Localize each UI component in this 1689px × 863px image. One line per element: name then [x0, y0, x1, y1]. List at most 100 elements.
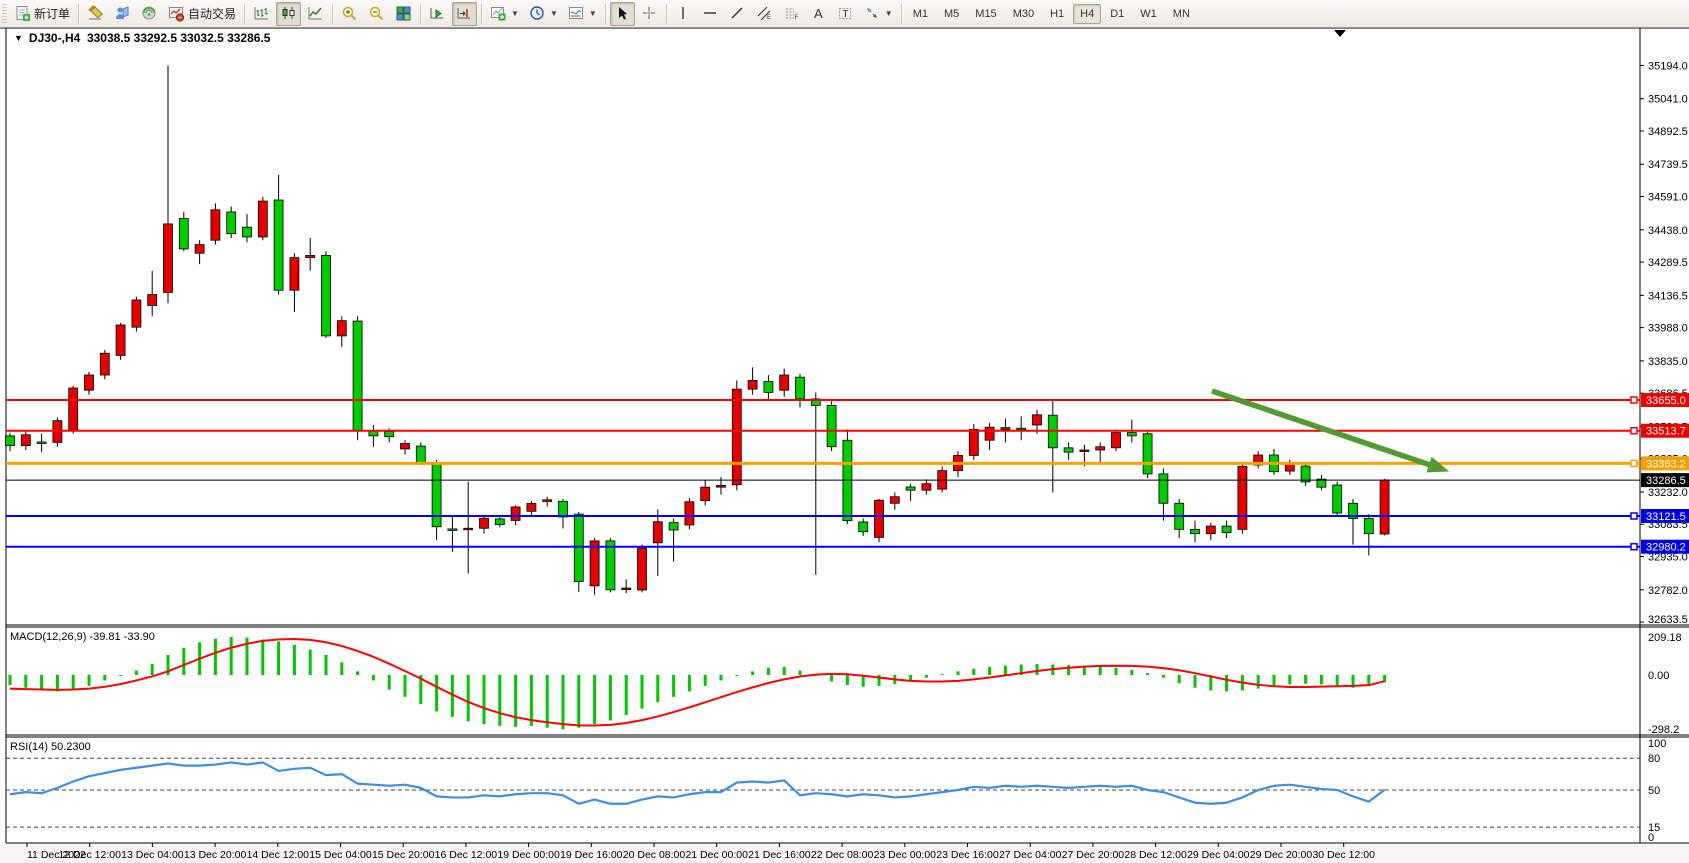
candle — [353, 321, 362, 431]
price-axis-label: 34892.5 — [1648, 126, 1688, 138]
candle — [685, 502, 694, 525]
templates-icon — [568, 5, 585, 22]
candle — [985, 427, 994, 440]
vertical-line-button[interactable] — [671, 2, 696, 26]
candle — [290, 258, 299, 291]
trendline-button[interactable] — [725, 2, 750, 26]
resistance-line-2-handle[interactable] — [1631, 428, 1637, 434]
autotrading-button[interactable]: 自动交易 — [164, 2, 240, 26]
new-order-button[interactable]: 新订单 — [10, 2, 74, 26]
tester-button[interactable] — [110, 2, 135, 26]
cursor-button[interactable] — [610, 2, 635, 26]
text-label-button[interactable]: T — [833, 2, 858, 26]
macd-indicator-label: MACD(12,26,9) -39.81 -33.90 — [10, 631, 155, 643]
price-tag-label: 33655.0 — [1646, 395, 1686, 407]
editor-button[interactable] — [83, 2, 108, 26]
candle — [227, 212, 236, 234]
bar-chart-button[interactable] — [249, 2, 274, 26]
candle — [922, 484, 931, 491]
zoom-in-button[interactable] — [337, 2, 362, 26]
periods-icon — [529, 5, 546, 22]
crosshair-button[interactable] — [637, 2, 662, 26]
templates-button[interactable]: ▼ — [564, 2, 601, 26]
candle — [574, 514, 583, 581]
support-line-1-handle[interactable] — [1631, 513, 1637, 519]
horizontal-line-button[interactable] — [698, 2, 723, 26]
timeframe-tf-h1-button[interactable]: H1 — [1043, 4, 1071, 24]
candle — [306, 255, 315, 257]
fibonacci-icon: F — [783, 5, 800, 22]
candle — [1017, 428, 1026, 430]
candle — [1206, 526, 1215, 534]
candle — [701, 487, 710, 500]
candle — [622, 588, 631, 590]
candle — [890, 497, 899, 504]
timeframe-tf-h4-button[interactable]: H4 — [1073, 4, 1101, 24]
chart-canvas: 35194.035041.034892.534739.534591.034438… — [0, 0, 1689, 863]
resistance-line-1-handle[interactable] — [1631, 397, 1637, 403]
line-chart-button[interactable] — [303, 2, 328, 26]
svg-text:F: F — [794, 15, 798, 21]
candle — [1096, 447, 1105, 450]
text-button[interactable]: A — [806, 2, 831, 26]
toolbar-separator — [666, 4, 667, 24]
candlestick-button[interactable] — [276, 2, 301, 26]
candle — [1143, 434, 1152, 474]
timeframe-tf-m5-button[interactable]: M5 — [937, 4, 966, 24]
new-order-icon — [14, 5, 31, 22]
data-window-arrow-icon[interactable]: ▼ — [14, 33, 23, 43]
candle — [37, 442, 46, 444]
signals-button[interactable] — [137, 2, 162, 26]
svg-text:T: T — [842, 9, 848, 20]
timeframe-tf-m30-button[interactable]: M30 — [1006, 4, 1041, 24]
fibonacci-button[interactable]: F — [779, 2, 804, 26]
date-axis-label: 12 Dec 12:00 — [58, 849, 121, 861]
horizontal-line-icon — [702, 5, 719, 22]
candle — [100, 353, 109, 375]
price-tag-label: 33513.7 — [1646, 426, 1686, 438]
text-label-icon: T — [837, 5, 854, 22]
tile-windows-button[interactable] — [391, 2, 416, 26]
timeframe-tf-m15-button[interactable]: M15 — [968, 4, 1003, 24]
date-axis-label: 27 Dec 20:00 — [1062, 849, 1125, 861]
candle — [906, 487, 915, 490]
toolbar-grip — [2, 4, 7, 24]
candle — [132, 300, 141, 327]
chart-shift-button[interactable] — [452, 2, 477, 26]
dropdown-arrow-icon: ▼ — [550, 9, 558, 18]
auto-scroll-button[interactable] — [425, 2, 450, 26]
pivot-line-handle[interactable] — [1631, 460, 1637, 466]
candle — [448, 529, 457, 531]
candle — [511, 507, 520, 520]
arrows-button[interactable]: ▼ — [860, 2, 897, 26]
date-axis-label: 15 Dec 04:00 — [309, 849, 372, 861]
tile-windows-icon — [395, 5, 412, 22]
line-chart-icon — [307, 5, 324, 22]
support-line-2-handle[interactable] — [1631, 544, 1637, 550]
zoom-out-button[interactable] — [364, 2, 389, 26]
timeframe-tf-mn-button[interactable]: MN — [1166, 4, 1197, 24]
date-axis-label: 23 Dec 00:00 — [874, 849, 937, 861]
timeframe-tf-d1-button[interactable]: D1 — [1103, 4, 1131, 24]
date-axis-label: 13 Dec 04:00 — [121, 849, 184, 861]
candle — [85, 375, 94, 390]
candle — [274, 200, 283, 290]
candle — [1301, 466, 1310, 482]
timeframe-tf-m1-button[interactable]: M1 — [906, 4, 935, 24]
candle — [464, 528, 473, 530]
indicators-button[interactable]: ▼ — [486, 2, 523, 26]
candle — [401, 443, 410, 448]
date-axis-label: 13 Dec 20:00 — [184, 849, 247, 861]
price-axis-label: 33988.0 — [1648, 323, 1688, 335]
candle — [322, 255, 331, 335]
date-axis-label: 27 Dec 04:00 — [999, 849, 1062, 861]
equidistant-channel-icon: E — [756, 5, 773, 22]
date-axis-label: 16 Dec 12:00 — [435, 849, 498, 861]
price-axis-label: 34289.5 — [1648, 257, 1688, 269]
macd-axis-label: 0.00 — [1648, 670, 1669, 682]
candle — [764, 382, 773, 393]
equidistant-channel-button[interactable]: E — [752, 2, 777, 26]
timeframe-tf-w1-button[interactable]: W1 — [1133, 4, 1164, 24]
toolbar-separator — [901, 4, 902, 24]
periods-button[interactable]: ▼ — [525, 2, 562, 26]
